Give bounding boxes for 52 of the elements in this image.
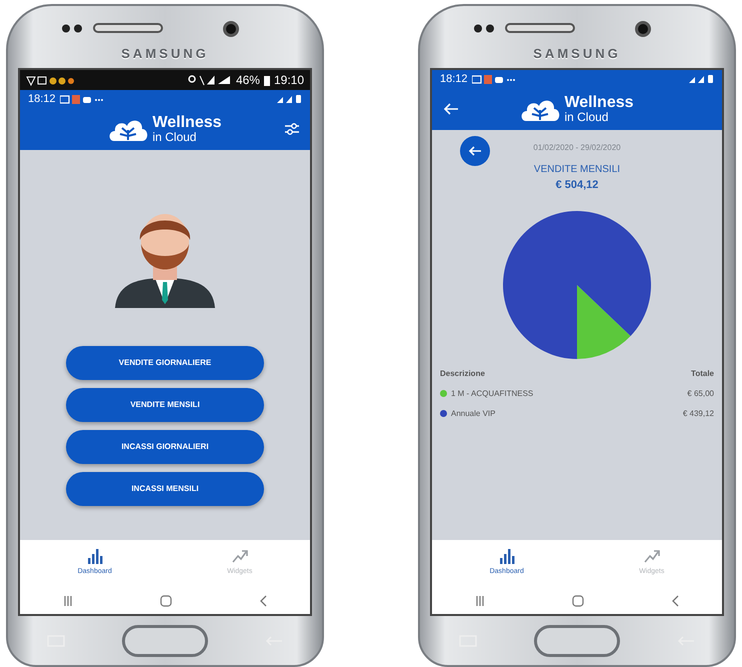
menu-button[interactable]: VENDITE MENSILI [66,388,264,422]
home-icon[interactable] [160,595,172,607]
back-arrow-icon [443,102,459,115]
trend-arrow-icon [232,548,248,564]
notification-icons-drawing [26,74,76,86]
home-button[interactable] [122,624,208,656]
status-time: 18:12 [440,72,468,87]
sensor-icon [473,24,495,32]
column-header: Descrizione [440,368,485,380]
notification-icons-drawing [60,94,104,104]
table-cell: € 439,12 [682,408,714,420]
logo-subtitle: in Cloud [152,131,198,143]
table-cell: € 65,00 [687,388,714,400]
logo-title: Wellness [564,95,634,111]
logo-subtitle: in Cloud [564,111,610,123]
date-range-text: 01/02/2020 - 29/02/2020 [533,142,621,154]
battery-icon [264,74,270,86]
camera-lens [635,21,651,37]
table-cell: Annuale VIP [451,408,496,420]
bar-chart-icon [86,548,103,564]
home-button[interactable] [534,624,620,656]
settings-sliders-icon [285,122,299,135]
menu-button[interactable]: INCASSI GIORNALIERI [66,430,264,464]
report-title: VENDITE MENSILI [534,163,620,177]
trend-arrow-icon [644,548,660,564]
brand-logo-text: SAMSUNG [120,45,210,63]
menu-button[interactable]: INCASSI MENSILI [66,472,264,506]
signal-battery-drawing [688,74,714,84]
back-button[interactable] [460,136,490,166]
recent-apps-icon[interactable] [63,596,74,606]
back-arrow-icon [468,146,482,156]
signal-battery-drawing [276,94,302,104]
table-cell: 1 M - ACQUAFITNESS [451,388,534,400]
recent-apps-icon[interactable] [475,596,486,606]
sensor-icon [61,24,83,32]
status-time: 18:12 [28,92,56,107]
signal-battery-drawing [188,74,232,86]
battery-percentage: 46% [236,72,260,89]
speaker-grille [505,23,575,33]
brand-logo-text: SAMSUNG [532,45,622,63]
total-amount: € 504,12 [556,178,598,193]
bar-chart-icon [498,548,515,564]
column-header: Totale [691,368,714,380]
clock-time: 19:10 [274,72,304,89]
back-icon[interactable] [670,595,679,607]
home-icon[interactable] [572,595,584,607]
camera-lens [223,21,239,37]
menu-button[interactable]: VENDITE GIORNALIERE [66,346,264,380]
speaker-grille [93,23,163,33]
back-icon[interactable] [258,595,267,607]
notification-icons-drawing [472,74,516,84]
logo-title: Wellness [152,115,222,131]
